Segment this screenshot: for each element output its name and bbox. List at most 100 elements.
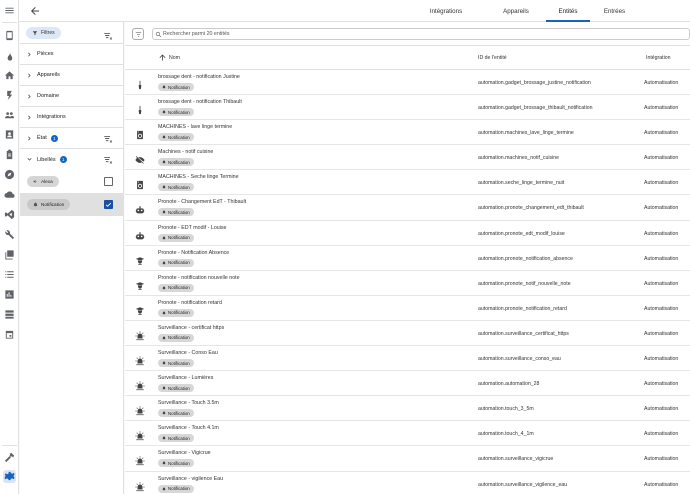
column-header-entity-id[interactable]: ID de l'entité [478, 55, 507, 61]
label-chip: Notification [158, 183, 194, 192]
search-input[interactable]: Rechercher parmi 20 entités [152, 28, 690, 40]
alarm-light-icon [135, 378, 145, 391]
alarm-light-icon [135, 453, 145, 466]
label-chip: Notification [158, 283, 194, 292]
entity-id: automation.pronote_changement_edt_thibau… [478, 205, 584, 212]
table-row[interactable]: Pronote - notification nouvelle note Noti… [125, 271, 690, 296]
filter-section-integrations[interactable]: Intégrations [20, 107, 123, 128]
label-checkbox[interactable] [104, 177, 113, 186]
section-label: Intégrations [37, 114, 66, 120]
gallery-icon[interactable] [3, 248, 16, 261]
table-row[interactable]: brossage dent - notification Thibault Not… [125, 95, 690, 121]
filter-toggle-button[interactable] [132, 28, 144, 40]
filter-section-devices[interactable]: Appareils [20, 65, 123, 86]
home-icon[interactable] [3, 69, 16, 82]
entity-id: automation.machines_lave_linge_termine [478, 130, 574, 137]
entity-name: MACHINES - lave linge termine [158, 124, 233, 131]
section-label: État [37, 135, 47, 141]
entity-id: automation.pronote_notification_retard [478, 305, 567, 312]
table-row[interactable]: Surveillance - Vigicrue Notification autom… [125, 446, 690, 472]
table-row[interactable]: Pronote - Changement EdT - Thibault Notif… [125, 195, 690, 221]
bell-icon [162, 487, 166, 491]
column-header-integration[interactable]: Intégration [646, 55, 671, 61]
table-row[interactable]: Surveillance - Touch 3.5m Notification aut… [125, 396, 690, 422]
label-chip: Notification [158, 434, 194, 443]
filter-section-domain[interactable]: Domaine [20, 86, 123, 107]
table-row[interactable]: brossage dent - notification Justine Noti… [125, 70, 690, 96]
bell-icon [162, 135, 166, 139]
tab-helpers[interactable]: Entrées [590, 0, 639, 22]
table-row[interactable]: Machines - notif cuisine Notification auto… [125, 145, 690, 171]
entities-table-area: Rechercher parmi 20 entités Nom ID de l'… [125, 22, 690, 494]
bell-icon [162, 160, 166, 164]
compass-icon[interactable] [3, 168, 16, 181]
label-chip: Notification [158, 258, 194, 267]
tablet-icon[interactable] [3, 29, 16, 42]
hammer-icon[interactable] [3, 451, 16, 464]
table-body: brossage dent - notification Justine Noti… [125, 70, 690, 494]
alarm-light-icon [135, 479, 145, 491]
sort-arrow-up-icon[interactable] [158, 53, 167, 62]
table-row[interactable]: MACHINES - Seche linge Termine Notificati… [125, 170, 690, 196]
filter-section-labels[interactable]: Libellés 1 [20, 149, 123, 170]
entity-name: Surveillance - Conso Eau [158, 350, 218, 357]
section-label: Pièces [37, 51, 54, 57]
entity-id: automation.surveillance_vigicrue [478, 456, 554, 463]
chart-icon[interactable] [3, 288, 16, 301]
filters-chip[interactable]: Filtres [26, 27, 61, 39]
menu-icon[interactable] [3, 4, 16, 17]
washing-machine-icon [135, 177, 145, 190]
entity-name: Pronote - Notification Absence [158, 249, 230, 256]
table-row[interactable]: Pronote - notification retard Notificatio… [125, 296, 690, 321]
settings-gear-icon[interactable] [3, 470, 16, 483]
label-checkbox-checked[interactable] [104, 200, 113, 209]
label-row-alexa[interactable]: Alexa [20, 170, 123, 193]
clipboard-icon[interactable] [3, 148, 16, 161]
filter-section-state[interactable]: État 1 [20, 128, 123, 149]
filter-clear-icon[interactable] [103, 134, 113, 144]
code-icon[interactable] [3, 208, 16, 221]
state-count-badge: 1 [50, 134, 58, 142]
section-label: Domaine [37, 93, 60, 99]
server-icon[interactable] [3, 308, 16, 321]
filter-section-areas[interactable]: Pièces [20, 44, 123, 65]
entity-integration: Automatisation [644, 481, 679, 488]
entity-name: Surveillance - Lumières [158, 375, 214, 382]
tab-entities[interactable]: Entités [546, 0, 590, 22]
table-row[interactable]: Surveillance - Conso Eau Notification auto… [125, 346, 690, 372]
wrench-icon[interactable] [3, 228, 16, 241]
tab-integrations[interactable]: Intégrations [406, 0, 486, 22]
label-chip: Notification [158, 359, 194, 368]
column-header-name[interactable]: Nom [169, 55, 180, 61]
entity-integration: Automatisation [644, 80, 679, 86]
filter-clear-icon[interactable] [103, 28, 113, 40]
calendar-icon[interactable] [3, 328, 16, 341]
chevron-right-icon [26, 114, 33, 121]
table-row[interactable]: Surveillance - certificat https Notificat… [125, 321, 690, 347]
table-row[interactable]: Pronote - Notification Absence Notificati… [125, 246, 690, 271]
account-box-icon[interactable] [3, 128, 16, 141]
people-icon[interactable] [3, 109, 16, 122]
entity-name: brossage dent - notification Thibault [158, 99, 242, 106]
entity-name: Surveillance - vigilence Eau [158, 475, 224, 482]
label-chip: Alexa [27, 176, 59, 187]
list-icon[interactable] [3, 268, 16, 281]
table-row[interactable]: Surveillance - Lumières Notification autom… [125, 371, 690, 397]
label-chip: Notification [158, 208, 194, 217]
filters-label: Filtres [41, 30, 55, 36]
bell-icon [162, 436, 166, 440]
lightning-icon[interactable] [3, 89, 16, 102]
tab-devices[interactable]: Appareils [486, 0, 546, 22]
table-row[interactable]: Surveillance - vigilence Eau Notification… [125, 472, 690, 494]
table-row[interactable]: MACHINES - lave linge termine Notificatio… [125, 120, 690, 146]
table-row[interactable]: Surveillance - Touch 4.1m Notification aut… [125, 421, 690, 447]
entity-id: automation.automation_28 [478, 381, 540, 388]
cloud-icon[interactable] [3, 188, 16, 201]
filter-clear-icon[interactable] [103, 155, 113, 165]
back-arrow-icon[interactable] [29, 4, 43, 18]
entity-integration: Automatisation [644, 456, 679, 463]
table-row[interactable]: Pronote - EDT modif - Louise Notification… [125, 221, 690, 246]
fire-icon[interactable] [3, 50, 16, 63]
label-row-notification[interactable]: Notification [20, 193, 123, 216]
entity-name: Surveillance - certificat https [158, 324, 225, 331]
